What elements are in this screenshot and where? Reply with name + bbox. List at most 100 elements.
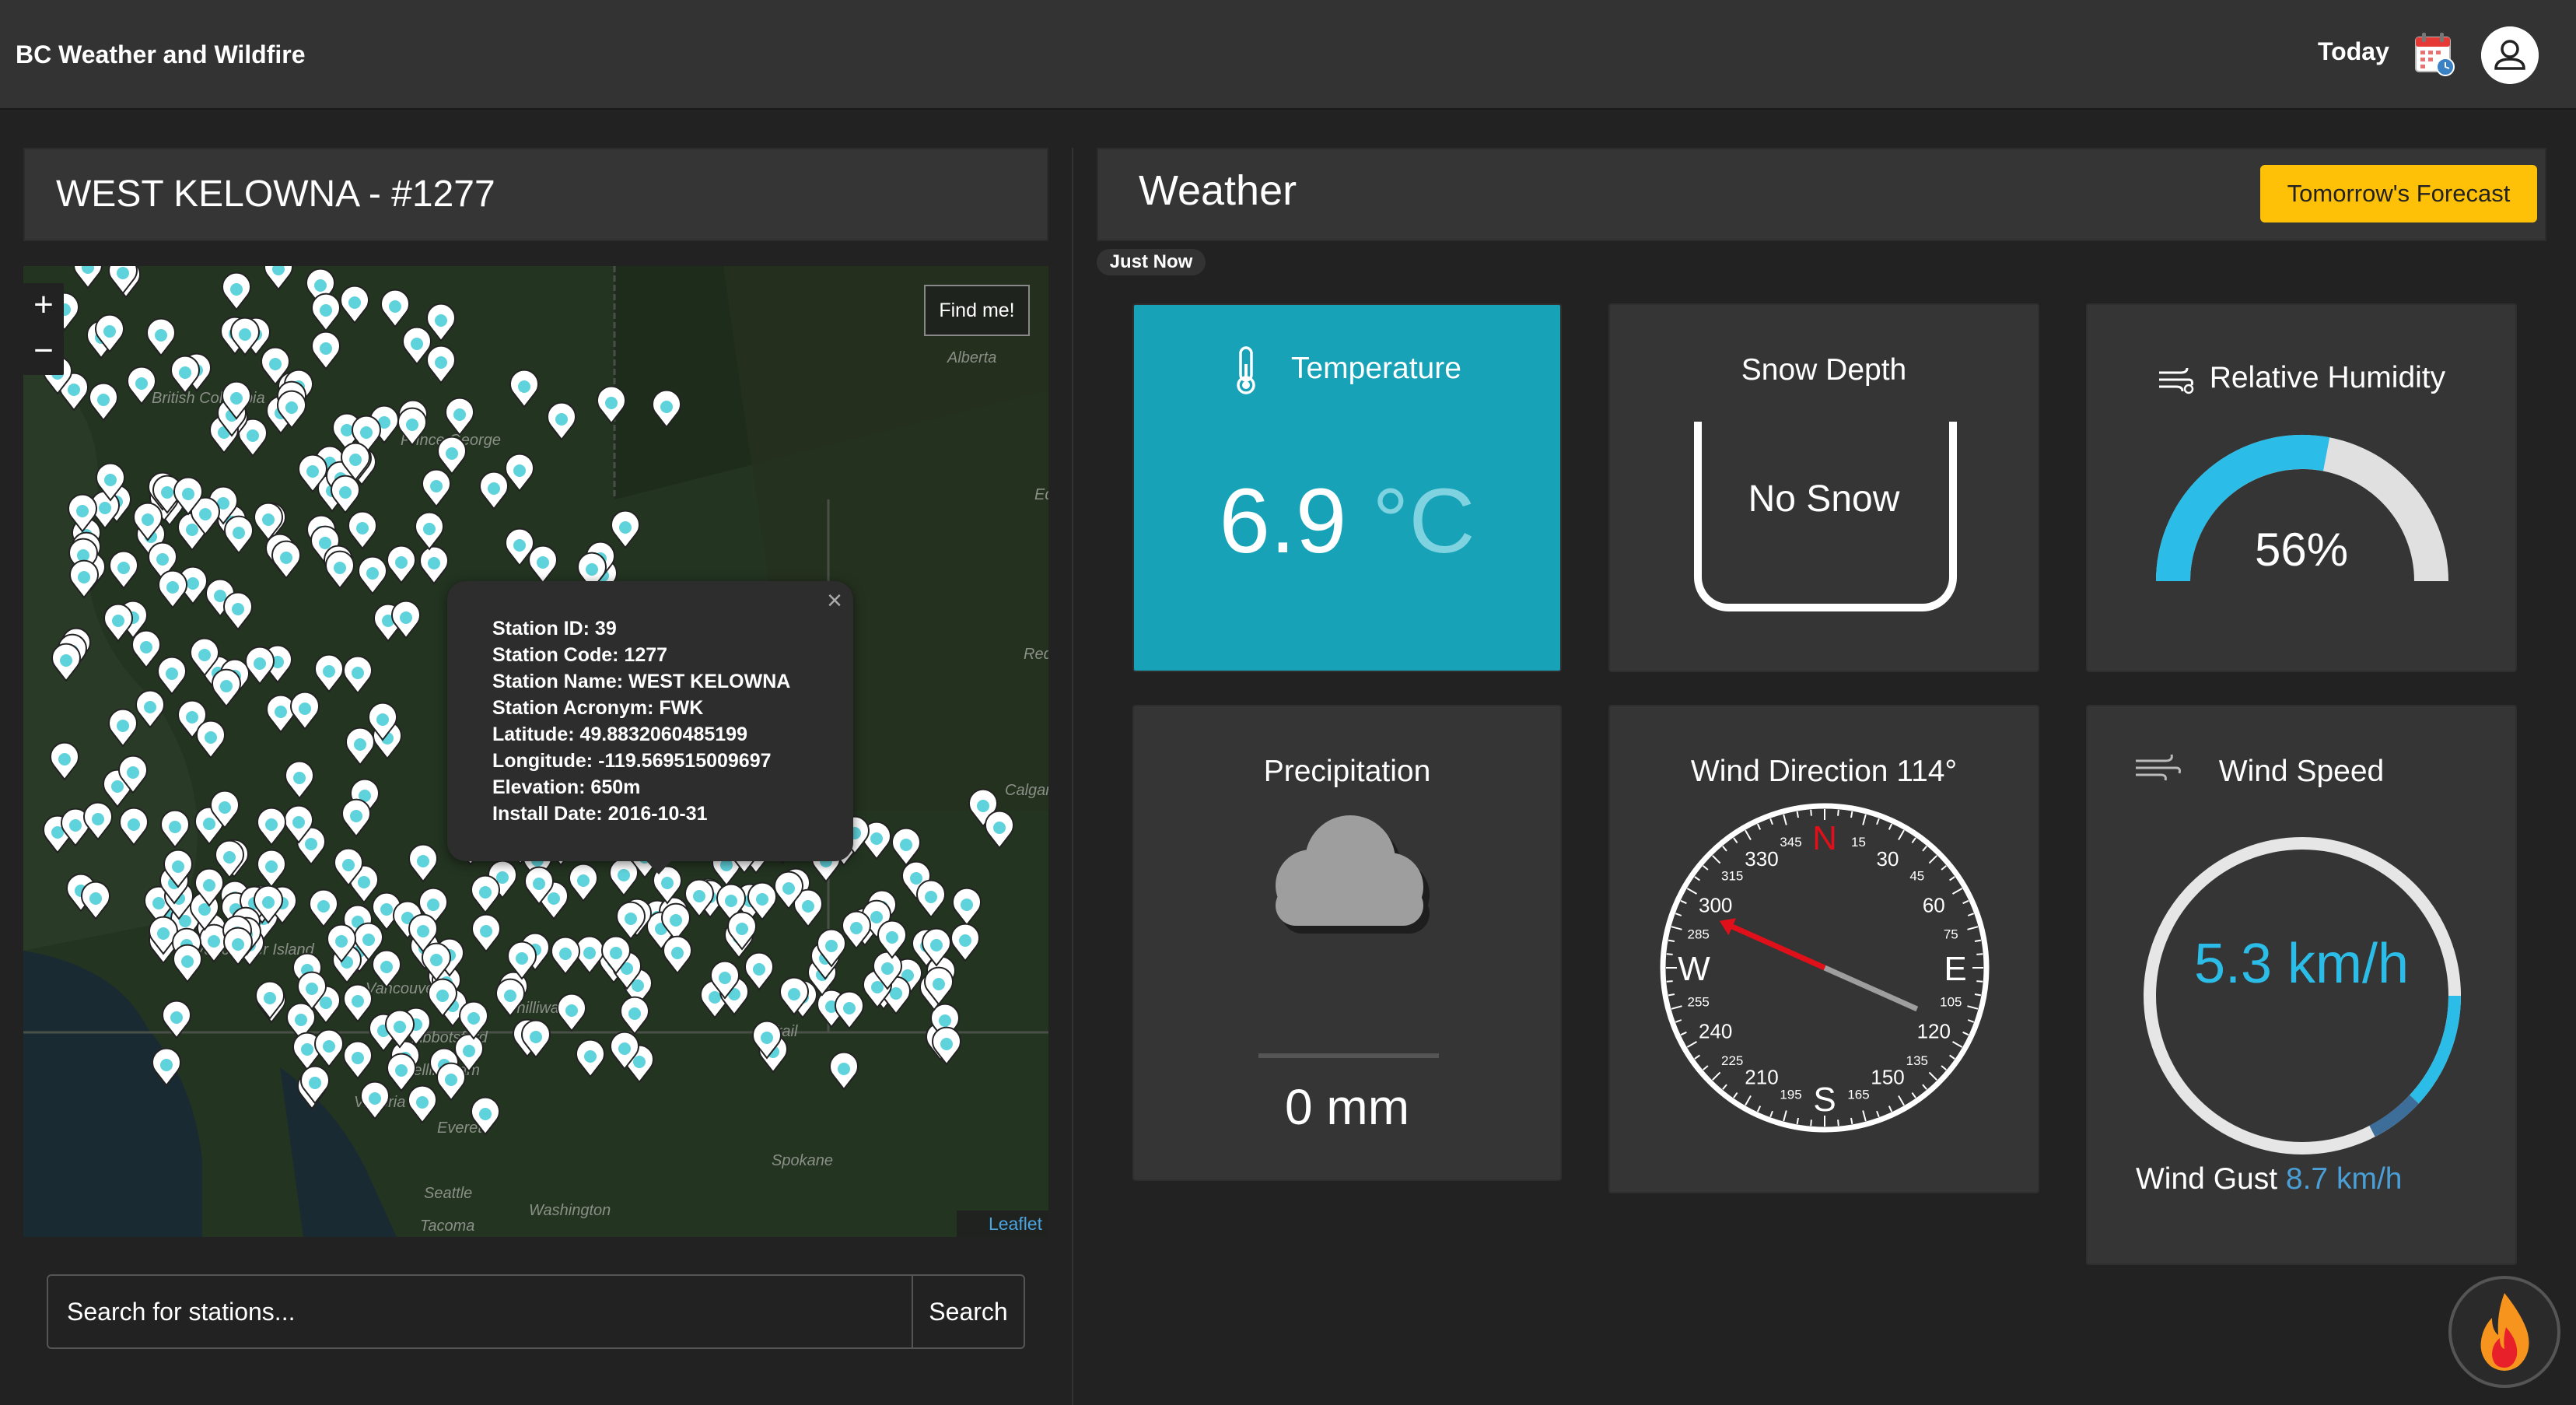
wind-gust-value: 8.7 km/h (2285, 1162, 2403, 1196)
temperature-title: Temperature (1290, 352, 1461, 386)
compass-degree-label: 30 (1877, 847, 1899, 871)
weather-header: Weather Tomorrow's Forecast (1097, 148, 2546, 241)
station-popup: × Station ID: 39 Station Code: 1277 Stat… (447, 581, 853, 861)
wind-speed-arc (2410, 995, 2461, 1104)
humidity-title: Relative Humidity (2209, 361, 2446, 394)
top-navbar: BC Weather and Wildfire Today (0, 0, 2576, 110)
wind-speed-value: 5.3 km/h (2193, 933, 2410, 995)
zoom-in-button[interactable]: + (23, 283, 64, 329)
station-search: Search for stations... Search (47, 1274, 1025, 1349)
compass-cardinal-label: E (1944, 950, 1966, 988)
map-label: Seattle (424, 1185, 472, 1202)
map-label: Calgary (1005, 782, 1048, 799)
popup-install-date: Install Date: 2016-10-31 (492, 803, 708, 825)
compass-minor-label: 165 (1847, 1087, 1869, 1102)
station-title: WEST KELOWNA - #1277 (56, 173, 495, 215)
compass-degree-label: 210 (1745, 1066, 1778, 1089)
snow-depth-card: Snow Depth No Snow (1608, 303, 2039, 672)
thermometer-icon (1237, 346, 1255, 394)
humidity-heading: Relative Humidity (2088, 361, 2515, 395)
map-label: Tacoma (420, 1218, 474, 1235)
map-label: Alberta (947, 349, 996, 366)
wind-gust-arc (2369, 1095, 2419, 1137)
compass-minor-label: 135 (1906, 1053, 1928, 1068)
column-divider (1072, 148, 1073, 1405)
popup-tip (643, 857, 674, 874)
wind-gust-label: Wind Gust (2136, 1162, 2278, 1196)
compass-minor-label: 195 (1780, 1087, 1801, 1102)
wind-speed-card: Wind Speed 5.3 km/h Wind Gust 8.7 km/h (2086, 705, 2517, 1265)
wildfire-toggle-button[interactable] (2448, 1276, 2560, 1388)
station-header: WEST KELOWNA - #1277 (23, 148, 1048, 241)
compass-minor-label: 105 (1940, 995, 1962, 1010)
compass-minor-label: 45 (1909, 868, 1924, 883)
calendar-icon[interactable] (2414, 31, 2456, 76)
fire-icon[interactable] (2452, 1279, 2557, 1385)
temperature-reading: 6.9 °C (1134, 468, 1560, 574)
compass-minor-label: 285 (1688, 927, 1710, 942)
zoom-out-button[interactable]: − (23, 329, 64, 375)
compass-degree-label: 330 (1745, 847, 1778, 871)
humidity-card: Relative Humidity 56% (2086, 303, 2517, 672)
compass-minor-label: 345 (1780, 835, 1801, 850)
precipitation-card: Precipitation 0 mm (1132, 705, 1562, 1181)
wind-speed-title: Wind Speed (2218, 755, 2385, 788)
precipitation-value: 0 mm (1285, 1079, 1409, 1135)
precipitation-bar (1258, 1053, 1439, 1058)
map-label: Washington (529, 1202, 611, 1219)
compass-minor-label: 315 (1721, 868, 1743, 883)
compass-degree-label: 240 (1699, 1019, 1732, 1042)
map-label: Red Deer (1024, 646, 1048, 663)
popup-station-acronym: Station Acronym: FWK (492, 697, 704, 719)
temperature-unit: °C (1372, 470, 1475, 573)
popup-station-id: Station ID: 39 (492, 618, 617, 639)
popup-station-name: Station Name: WEST KELOWNA (492, 671, 791, 692)
cloud-icon (1276, 815, 1430, 934)
temperature-heading: Temperature (1134, 345, 1560, 395)
wind-gust: Wind Gust 8.7 km/h (2136, 1162, 2402, 1197)
compass-cardinal-label: N (1812, 819, 1837, 857)
compass-cardinal-label: S (1813, 1081, 1836, 1119)
popup-elevation: Elevation: 650m (492, 776, 641, 798)
snow-depth-title: Snow Depth (1741, 353, 1907, 387)
tomorrows-forecast-button[interactable]: Tomorrow's Forecast (2260, 165, 2537, 222)
compass-cardinal-label: W (1678, 950, 1710, 988)
app-title[interactable]: BC Weather and Wildfire (16, 40, 306, 69)
timestamp-badge: Just Now (1097, 249, 1206, 275)
wind-direction-title: Wind Direction 114° (1690, 755, 1958, 788)
popup-latitude: Latitude: 49.8832060485199 (492, 724, 747, 745)
search-button[interactable]: Search (913, 1276, 1024, 1347)
search-input[interactable]: Search for stations... (48, 1276, 913, 1347)
humidity-wind-icon (2158, 367, 2194, 394)
compass-degree-label: 300 (1699, 893, 1732, 916)
wind-icon (2136, 754, 2181, 781)
wind-speed-gauge (2144, 837, 2461, 1154)
snow-depth-value: No Snow (1748, 478, 1900, 520)
compass-minor-label: 75 (1944, 927, 1958, 942)
temperature-value: 6.9 (1219, 470, 1347, 573)
compass-minor-label: 255 (1688, 995, 1710, 1010)
humidity-value: 56% (2254, 524, 2349, 576)
find-me-button[interactable]: Find me! (924, 285, 1030, 336)
temperature-card: Temperature 6.9 °C (1132, 303, 1562, 672)
user-avatar-icon[interactable] (2481, 26, 2539, 84)
wind-direction-card: Wind Direction 114° N E S W 30 60 120 150 210 240… (1608, 705, 2039, 1193)
popup-close-button[interactable]: × (827, 586, 842, 616)
compass: N E S W 30 60 120 150 210 240 300 330 15 45 75 105 135 16… (1660, 803, 1990, 1133)
station-map[interactable]: Alberta British Columbia Prince George E… (23, 266, 1048, 1237)
weather-title: Weather (1139, 167, 1297, 214)
compass-minor-label: 225 (1721, 1053, 1743, 1068)
map-label: Edmonton (1034, 486, 1048, 503)
popup-station-code: Station Code: 1277 (492, 644, 668, 666)
wind-direction-needle (1719, 918, 1919, 1012)
compass-degree-label: 150 (1871, 1066, 1904, 1089)
leaflet-attribution[interactable]: Leaflet (957, 1211, 1048, 1237)
popup-longitude: Longitude: -119.569515009697 (492, 750, 772, 772)
compass-degree-label: 120 (1917, 1019, 1951, 1042)
zoom-control: + − (23, 283, 64, 375)
today-label[interactable]: Today (2318, 37, 2389, 66)
leaflet-link[interactable]: Leaflet (989, 1214, 1042, 1234)
compass-minor-label: 15 (1851, 835, 1866, 850)
compass-degree-label: 60 (1923, 893, 1945, 916)
precipitation-title: Precipitation (1263, 755, 1431, 788)
